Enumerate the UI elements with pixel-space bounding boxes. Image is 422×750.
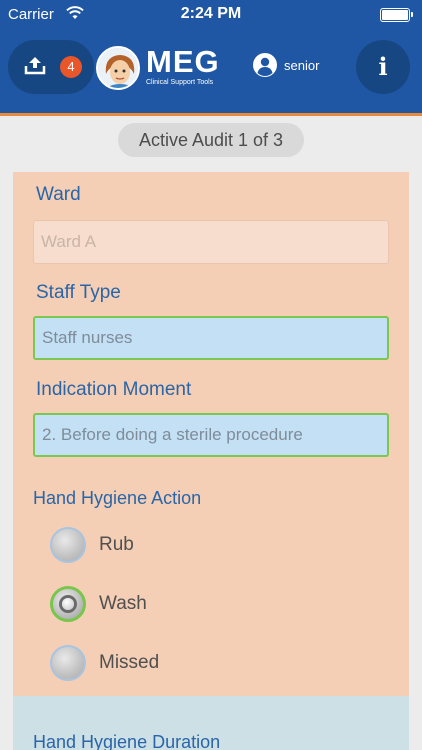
pending-count-badge: 4 xyxy=(60,56,82,78)
user-icon[interactable] xyxy=(252,52,278,78)
radio-missed-label[interactable]: Missed xyxy=(99,652,159,674)
hand-hygiene-action-label: Hand Hygiene Action xyxy=(33,488,202,508)
radio-missed[interactable] xyxy=(50,645,86,681)
clock: 2:24 PM xyxy=(180,5,242,22)
app-header: 4 MEG Clinical Support Tools senior i xyxy=(0,30,422,116)
upload-button[interactable]: 4 xyxy=(8,40,94,94)
staff-type-label: Staff Type xyxy=(36,282,121,303)
duration-section: Hand Hygiene Duration xyxy=(13,696,409,750)
active-audit-indicator[interactable]: Active Audit 1 of 3 xyxy=(118,123,304,157)
indication-moment-field[interactable]: 2. Before doing a sterile procedure xyxy=(33,413,389,457)
app-logo: MEG Clinical Support Tools xyxy=(146,46,220,87)
audit-form: Ward Ward A Staff Type Staff nurses Indi… xyxy=(13,172,409,696)
hand-hygiene-duration-label: Hand Hygiene Duration xyxy=(33,732,221,750)
radio-rub[interactable] xyxy=(50,527,86,563)
battery-icon xyxy=(380,8,413,22)
avatar xyxy=(96,46,140,90)
user-role-label[interactable]: senior xyxy=(284,58,319,73)
radio-wash-label[interactable]: Wash xyxy=(99,593,147,615)
ward-label: Ward xyxy=(36,184,81,205)
radio-rub-label[interactable]: Rub xyxy=(99,534,134,556)
status-bar: Carrier 2:24 PM xyxy=(0,0,422,30)
logo-name: MEG xyxy=(146,44,220,79)
indication-moment-label: Indication Moment xyxy=(36,379,192,400)
radio-wash[interactable] xyxy=(50,586,86,622)
logo-tagline: Clinical Support Tools xyxy=(146,79,214,86)
upload-icon xyxy=(24,57,46,75)
ward-field[interactable]: Ward A xyxy=(33,220,389,264)
staff-type-field[interactable]: Staff nurses xyxy=(33,316,389,360)
info-button[interactable]: i xyxy=(356,40,410,94)
